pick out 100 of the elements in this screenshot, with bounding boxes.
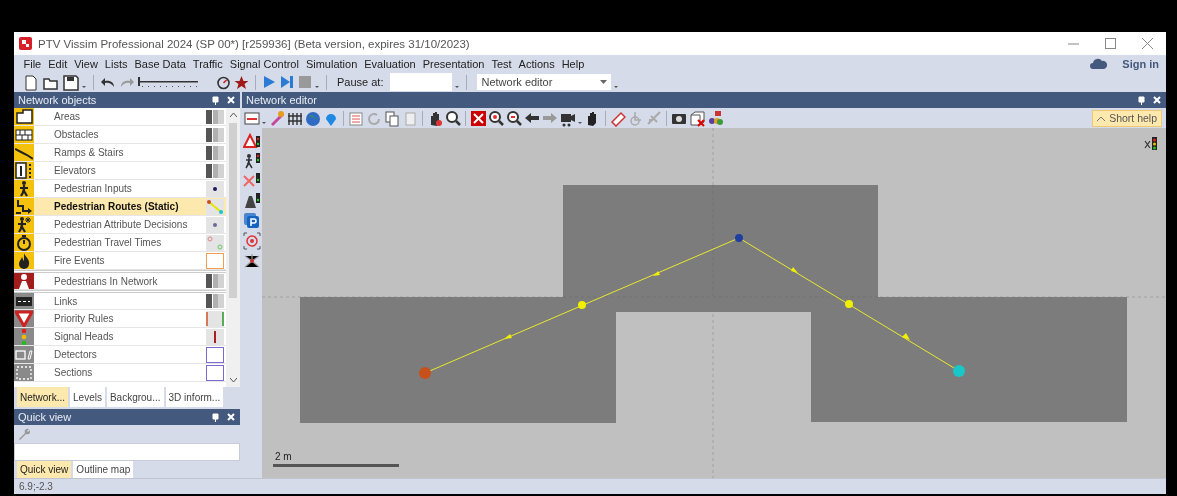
close-icon[interactable] xyxy=(1142,38,1153,49)
parking-icon[interactable] xyxy=(243,212,261,230)
dropdown-arrow-icon[interactable] xyxy=(600,80,608,84)
object-list-item[interactable]: Pedestrians In Network xyxy=(14,270,226,290)
colour-swatch[interactable] xyxy=(206,346,224,363)
menu-item[interactable]: Presentation xyxy=(419,57,488,70)
object-list-item[interactable]: Pedestrian Travel Times xyxy=(14,234,226,252)
warning-signal-icon[interactable] xyxy=(243,132,261,150)
colour-swatch[interactable] xyxy=(206,364,224,381)
cloud-icon[interactable] xyxy=(1089,58,1107,69)
menu-item[interactable]: Traffic xyxy=(189,57,227,70)
magnifier-icon[interactable] xyxy=(445,109,461,127)
menu-item[interactable]: File xyxy=(20,57,45,70)
wrench-icon[interactable] xyxy=(269,109,285,127)
sign-in-link[interactable]: Sign in xyxy=(1118,57,1163,70)
panel-title: Network editor xyxy=(246,94,318,106)
object-list-item[interactable]: Obstacles xyxy=(14,126,226,144)
cursor-coordinates: 6.9;-2.3 xyxy=(19,481,53,492)
maximize-icon[interactable] xyxy=(1105,38,1116,49)
signal-head-icon[interactable] xyxy=(1144,136,1160,152)
menu-item[interactable]: Actions xyxy=(515,57,559,70)
zoom-out-icon[interactable] xyxy=(506,109,522,127)
menu-item[interactable]: Evaluation xyxy=(360,57,420,70)
ruler-icon[interactable] xyxy=(610,109,626,127)
object-list-item[interactable]: Elevators xyxy=(14,162,226,180)
pin-icon[interactable] xyxy=(1138,95,1145,105)
colour-swatch[interactable] xyxy=(206,108,224,125)
panel-tab[interactable]: Network... xyxy=(17,387,68,407)
gauge-icon[interactable] xyxy=(216,74,231,90)
colour-swatch[interactable] xyxy=(206,180,224,197)
colour-swatch[interactable] xyxy=(206,273,224,289)
object-list-item[interactable]: Pedestrian Routes (Static) xyxy=(14,198,226,216)
pedestrian-signal-icon[interactable] xyxy=(243,152,261,170)
stopwatch-icon xyxy=(15,234,33,251)
pause-at-label: Pause at: xyxy=(337,76,384,88)
panel-tab[interactable]: Levels xyxy=(70,387,105,407)
object-list-item[interactable]: Sections xyxy=(14,364,226,382)
pin-icon[interactable] xyxy=(212,95,219,105)
menu-item[interactable]: Signal Control xyxy=(226,57,303,70)
save-icon[interactable] xyxy=(62,73,79,91)
panel-tab[interactable]: Quick view xyxy=(17,461,72,478)
colour-swatch[interactable] xyxy=(206,234,224,251)
pause-at-field[interactable] xyxy=(390,73,453,91)
short-help-button[interactable]: Short help xyxy=(1092,109,1162,127)
colour-swatch[interactable] xyxy=(206,328,224,345)
scrollbar[interactable] xyxy=(226,108,240,387)
road-signal-icon[interactable] xyxy=(243,192,261,210)
app-logo-icon xyxy=(19,37,32,50)
scroll-down-icon[interactable] xyxy=(229,378,237,383)
clipboard-icon[interactable] xyxy=(402,109,418,127)
globe-icon[interactable] xyxy=(305,109,321,127)
chevron-up-icon xyxy=(1097,115,1106,121)
panel-tab[interactable]: 3D inform... xyxy=(165,387,224,407)
dashed-square-icon xyxy=(15,364,33,381)
colour-swatch[interactable] xyxy=(206,162,224,179)
new-file-icon[interactable] xyxy=(22,73,39,91)
colour-swatch[interactable] xyxy=(206,252,224,269)
scroll-up-icon[interactable] xyxy=(229,112,237,117)
object-list-item[interactable]: Detectors xyxy=(14,346,226,364)
network-canvas[interactable]: 2 m xyxy=(262,128,1166,478)
elevator-icon xyxy=(15,162,33,179)
cube-delete-icon[interactable] xyxy=(689,109,705,127)
object-list-item[interactable]: Priority Rules xyxy=(14,310,226,328)
object-list-item[interactable]: Signal Heads xyxy=(14,328,226,346)
menu-item[interactable]: Base Data xyxy=(131,57,190,70)
quick-view-field[interactable] xyxy=(14,443,240,461)
object-list-item[interactable]: Fire Events xyxy=(14,252,226,270)
star-icon[interactable] xyxy=(234,74,249,90)
view-dropdown[interactable]: Network editor xyxy=(477,74,612,90)
scale-label: 2 m xyxy=(274,451,293,462)
colour-swatch[interactable] xyxy=(206,310,224,327)
panel-tab[interactable]: Backgrou... xyxy=(106,387,164,407)
colour-swatch[interactable] xyxy=(206,126,224,143)
layers-icon[interactable] xyxy=(244,109,260,127)
colour-wheel-icon[interactable] xyxy=(707,109,723,127)
object-list-item[interactable]: Areas xyxy=(14,108,226,126)
colour-swatch[interactable] xyxy=(206,198,224,215)
copy-icon[interactable] xyxy=(384,109,400,127)
step-forward-icon[interactable] xyxy=(279,75,295,89)
route-arrow-icon xyxy=(15,198,33,215)
colour-swatch[interactable] xyxy=(206,293,224,309)
pin-icon[interactable] xyxy=(212,412,219,422)
zoom-fit-icon[interactable] xyxy=(470,109,486,127)
menu-item[interactable]: View xyxy=(70,57,102,70)
menu-item[interactable]: Simulation xyxy=(302,57,361,70)
pedestrian-icon xyxy=(15,216,33,233)
object-list-item[interactable]: Pedestrian Attribute Decisions xyxy=(14,216,226,234)
colour-swatch[interactable] xyxy=(206,216,224,233)
object-list-item[interactable]: Ramps & Stairs xyxy=(14,144,226,162)
window-title: PTV Vissim Professional 2024 (SP 00*) [r259936] (Beta version, expires 31/10/2023) xyxy=(38,37,471,50)
menu-item[interactable]: Help xyxy=(558,57,588,70)
zoom-in-icon[interactable] xyxy=(488,109,504,127)
menu-item[interactable]: Lists xyxy=(101,57,131,70)
menu-item[interactable]: Test xyxy=(487,57,516,70)
play-icon[interactable] xyxy=(262,75,276,89)
menu-item[interactable]: Edit xyxy=(44,57,71,70)
panel-tab[interactable]: Outline map xyxy=(73,461,134,478)
panel-title: Quick view xyxy=(18,411,73,423)
panel-title: Network objects xyxy=(18,94,98,106)
colour-swatch[interactable] xyxy=(206,144,224,161)
